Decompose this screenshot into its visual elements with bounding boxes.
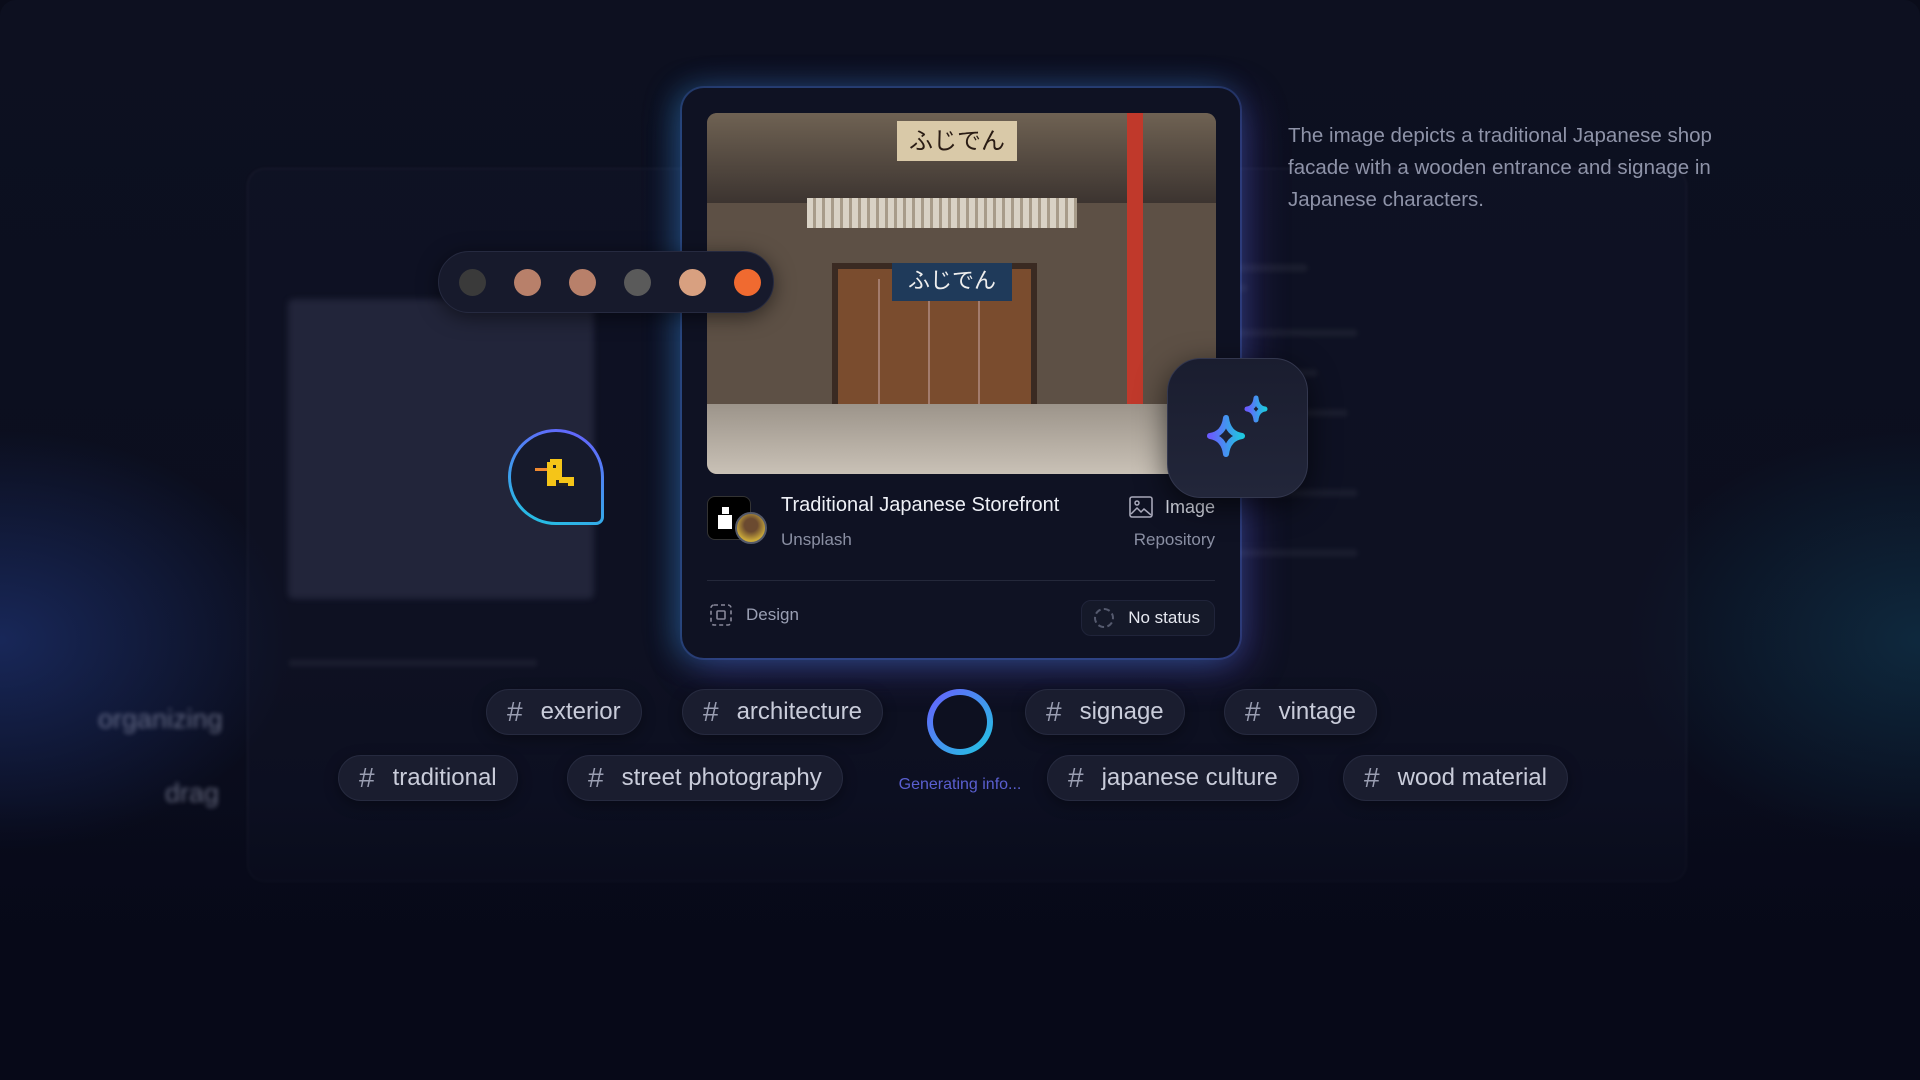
image-icon bbox=[1129, 496, 1153, 518]
pixel-duck-icon bbox=[535, 459, 574, 486]
tag-label: architecture bbox=[736, 698, 862, 725]
hash-icon: # bbox=[1364, 762, 1380, 793]
hash-icon: # bbox=[588, 762, 604, 793]
asset-collection[interactable]: Repository bbox=[1134, 530, 1215, 550]
tag-chip[interactable]: # traditional bbox=[338, 755, 518, 801]
palette-swatch bbox=[514, 268, 541, 296]
tag-label: signage bbox=[1079, 698, 1164, 725]
hash-icon: # bbox=[703, 696, 719, 727]
photo-sign: ふじでん bbox=[897, 121, 1017, 161]
category[interactable]: Design bbox=[710, 604, 799, 626]
status-label: No status bbox=[1128, 608, 1200, 627]
palette-swatch bbox=[569, 268, 596, 296]
ai-sparkle-button[interactable] bbox=[1167, 358, 1308, 498]
hash-icon: # bbox=[359, 762, 375, 793]
asset-card[interactable]: ふじでん ふじでん Traditional Japanese Storefron… bbox=[682, 88, 1240, 658]
asset-photo[interactable]: ふじでん ふじでん bbox=[707, 113, 1216, 474]
divider bbox=[707, 580, 1215, 581]
category-label: Design bbox=[746, 605, 799, 624]
bottom-fade bbox=[0, 800, 1920, 1080]
photo-door-sign: ふじでん bbox=[892, 263, 1012, 301]
sparkle-icon bbox=[1206, 395, 1267, 457]
tag-chip[interactable]: # vintage bbox=[1224, 689, 1377, 735]
hash-icon: # bbox=[1068, 762, 1084, 793]
duck-cursor-bubble bbox=[508, 429, 604, 525]
palette-swatch bbox=[679, 268, 706, 296]
tag-chip[interactable]: # signage bbox=[1025, 689, 1185, 735]
palette-swatch bbox=[459, 268, 486, 296]
tag-chip[interactable]: # wood material bbox=[1343, 755, 1568, 801]
tag-label: exterior bbox=[540, 698, 621, 725]
ghost-text-organizing: organizing bbox=[98, 704, 223, 734]
tag-chip[interactable]: # architecture bbox=[682, 689, 883, 735]
palette-swatch bbox=[734, 268, 761, 296]
tag-label: vintage bbox=[1278, 698, 1356, 725]
tag-chip[interactable]: # street photography bbox=[567, 755, 843, 801]
tag-chip[interactable]: # exterior bbox=[486, 689, 642, 735]
avatar bbox=[735, 512, 767, 544]
palette-swatch bbox=[624, 268, 651, 296]
asset-title: Traditional Japanese Storefront bbox=[781, 494, 1060, 516]
status-circle-icon bbox=[1094, 608, 1115, 628]
hash-icon: # bbox=[1245, 696, 1261, 727]
generating-label: Generating info... bbox=[898, 776, 1022, 793]
loading-spinner bbox=[927, 689, 993, 755]
status-dropdown[interactable]: No status bbox=[1081, 600, 1215, 636]
tag-label: street photography bbox=[621, 764, 822, 791]
color-palette bbox=[438, 251, 774, 313]
tag-label: wood material bbox=[1397, 764, 1547, 791]
dashed-frame-icon bbox=[710, 604, 732, 626]
hash-icon: # bbox=[507, 696, 523, 727]
ai-description: The image depicts a traditional Japanese… bbox=[1288, 124, 1712, 211]
tag-chip[interactable]: # japanese culture bbox=[1047, 755, 1299, 801]
tag-label: japanese culture bbox=[1101, 764, 1278, 791]
asset-source: Unsplash bbox=[781, 530, 852, 549]
asset-type: Image bbox=[1129, 496, 1215, 518]
tag-label: traditional bbox=[392, 764, 497, 791]
hash-icon: # bbox=[1046, 696, 1062, 727]
asset-type-label: Image bbox=[1164, 496, 1215, 517]
